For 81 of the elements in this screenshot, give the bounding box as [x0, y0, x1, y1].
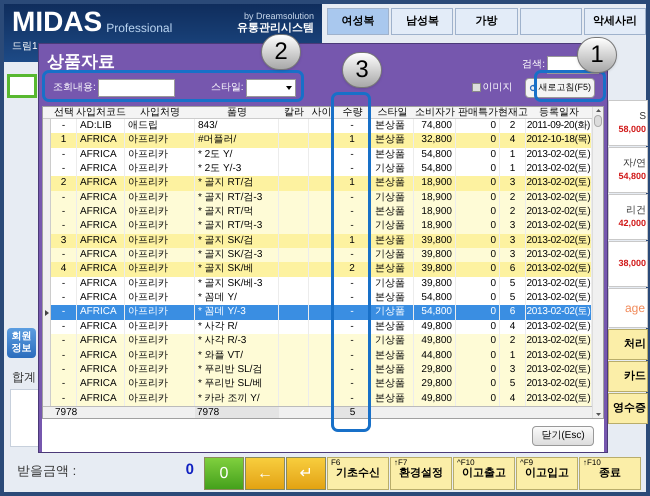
column-header[interactable]: 사이 — [312, 107, 332, 118]
logo-subtitle: Professional — [106, 22, 172, 36]
side-button[interactable]: 처리 — [608, 329, 648, 360]
store-label: 드림1 — [12, 42, 38, 52]
function-key[interactable]: ^F10 이고출고 — [453, 457, 515, 490]
column-header[interactable]: 품명 — [227, 107, 247, 118]
row-header-cell[interactable] — [43, 119, 51, 134]
table-row[interactable]: - AFRICA 아프리카 * 푸리반 SL/검 - 본상품 29,800 0 3 2013-02-02(토) — [43, 362, 592, 378]
function-key[interactable]: F6 기초수신 — [327, 457, 389, 490]
refresh-icon — [528, 84, 536, 92]
table-row[interactable]: - AFRICA 아프리카 * 꼼데 Y/ - 본상품 54,800 0 5 2013-02-02(토) — [43, 291, 592, 306]
table-row[interactable]: - AD:LIB 애드립 843/ - 본상품 74,800 0 2 2011-09-20(화) — [43, 119, 592, 134]
table-row[interactable]: - AFRICA 아프리카 * 2도 Y/ - 본상품 54,800 0 1 2013-02-02(토) — [43, 148, 592, 162]
scroll-down-icon[interactable] — [596, 413, 600, 416]
row-pointer-icon — [44, 310, 48, 316]
table-row[interactable]: - AFRICA 아프리카 * 2도 Y/-3 - 기상품 54,800 0 1 2013-02-02(토) — [43, 162, 592, 176]
image-checkbox-label: 이미지 — [482, 81, 512, 95]
function-key[interactable]: ↑F7 환경설정 — [390, 457, 452, 490]
product-card[interactable]: 38,000 — [608, 241, 648, 287]
table-row[interactable]: 3 AFRICA 아프리카 * 골지 SK/검 1 본상품 39,800 0 3 2013-02-02(토) — [43, 234, 592, 248]
style-dropdown[interactable] — [246, 78, 296, 96]
table-row[interactable]: - AFRICA 아프리카 * 골지 SK/베-3 - 기상품 39,800 0 5 2013-02-02(토) — [43, 276, 592, 292]
table-row[interactable]: - AFRICA 아프리카 * 사각 R/ - 본상품 49,800 0 4 2013-02-02(토) — [43, 320, 592, 334]
quantity-total: 5 — [334, 406, 371, 418]
total-count: 7978 — [54, 406, 78, 418]
column-header[interactable]: 사입처명 — [140, 107, 180, 118]
side-button[interactable]: 영수증 — [608, 393, 648, 424]
vendor-text: by Dreamsolution — [244, 11, 314, 22]
product-card[interactable]: 자/연 54,800 — [608, 147, 648, 193]
dialog-title: 상품자료 — [47, 51, 115, 73]
column-header[interactable]: 등록일자 — [539, 107, 579, 118]
table-row[interactable]: - AFRICA 아프리카 * 와플 VT/ - 본상품 44,800 0 1 2013-02-02(토) — [43, 348, 592, 363]
column-header[interactable]: 판매특가 — [458, 107, 498, 118]
column-header[interactable]: 스타일 — [378, 107, 408, 118]
category-tab[interactable]: 악세사리 — [584, 8, 646, 35]
table-row[interactable]: 1 AFRICA 아프리카 #머플러/ 1 본상품 32,800 0 4 2012-10-18(목) — [43, 133, 592, 148]
function-key[interactable]: ^F9 이고입고 — [516, 457, 578, 490]
query-label: 조회내용: — [53, 81, 96, 95]
category-tab[interactable]: 가방 — [455, 8, 518, 35]
category-tab[interactable] — [520, 8, 582, 35]
member-info-button[interactable]: 회원 정보 — [7, 328, 36, 358]
table-row[interactable]: - AFRICA 아프리카 * 사각 R/-3 - 기상품 49,800 0 2 2013-02-02(토) — [43, 334, 592, 348]
table-row[interactable]: 2 AFRICA 아프리카 * 골지 RT/검 1 본상품 18,900 0 3 2013-02-02(토) — [43, 176, 592, 191]
table-row[interactable]: - AFRICA 아프리카 * 푸리반 SL/베 - 본상품 29,800 0 5 2013-02-02(토) — [43, 377, 592, 392]
query-field[interactable] — [98, 78, 175, 96]
column-header[interactable]: 수량 — [342, 107, 362, 118]
close-button[interactable]: 닫기(Esc) — [532, 426, 594, 446]
table-row[interactable]: - AFRICA 아프리카 * 카라 조끼 Y/ - 본상품 49,800 0 4 2013-02-02(토) — [43, 392, 592, 406]
receive-amount: 0 — [186, 460, 194, 480]
image-checkbox[interactable] — [472, 83, 480, 92]
column-header[interactable]: 사입처코드 — [76, 107, 126, 118]
table-row[interactable]: - AFRICA 아프리카 * 골지 RT/먹-3 - 기상품 18,900 0 3 2013-02-02(토) — [43, 219, 592, 234]
receive-label: 받을금액 : — [17, 462, 76, 480]
scrollbar[interactable] — [592, 107, 603, 418]
function-key[interactable]: ↑F10 종료 — [579, 457, 641, 490]
input-field[interactable] — [7, 74, 37, 98]
table-row[interactable]: - AFRICA 아프리카 * 골지 RT/먹 - 본상품 18,900 0 2 2013-02-02(토) — [43, 205, 592, 220]
logo: MIDAS — [12, 8, 102, 36]
image-field: age — [608, 288, 648, 328]
column-header[interactable]: 선택 — [54, 107, 74, 118]
side-button[interactable]: 카드 — [608, 361, 648, 392]
total-label: 합계 — [12, 369, 36, 386]
product-card[interactable]: 리건 42,000 — [608, 194, 648, 240]
product-card[interactable]: S 58,000 — [608, 100, 648, 146]
table-row[interactable]: 4 AFRICA 아프리카 * 골지 SK/베 2 본상품 39,800 0 6 2013-02-02(토) — [43, 262, 592, 277]
row-header-cell[interactable] — [43, 392, 51, 406]
caret-icon — [286, 86, 292, 90]
column-header[interactable]: 소비자가 — [415, 107, 455, 118]
table-row[interactable]: - AFRICA 아프리카 * 골지 RT/검-3 - 기상품 18,900 0 2 2013-02-02(토) — [43, 190, 592, 206]
scroll-up-icon[interactable] — [596, 109, 600, 112]
category-tab[interactable]: 여성복 — [327, 8, 390, 35]
item-count: 7978 — [195, 406, 279, 418]
search-label: 검색: — [522, 58, 545, 72]
table-row[interactable]: - AFRICA 아프리카 * 골지 SK/검-3 - 기상품 39,800 0 3 2013-02-02(토) — [43, 248, 592, 262]
column-header[interactable]: 칼라 — [284, 107, 304, 118]
column-header[interactable]: 현재고 — [498, 107, 528, 118]
scroll-thumb[interactable] — [594, 115, 602, 127]
system-name: 유통관리시스템 — [237, 22, 314, 36]
category-tab[interactable]: 남성복 — [391, 8, 454, 35]
refresh-button[interactable]: 새로고침(F5) — [524, 78, 595, 98]
style-label: 스타일: — [210, 81, 244, 95]
